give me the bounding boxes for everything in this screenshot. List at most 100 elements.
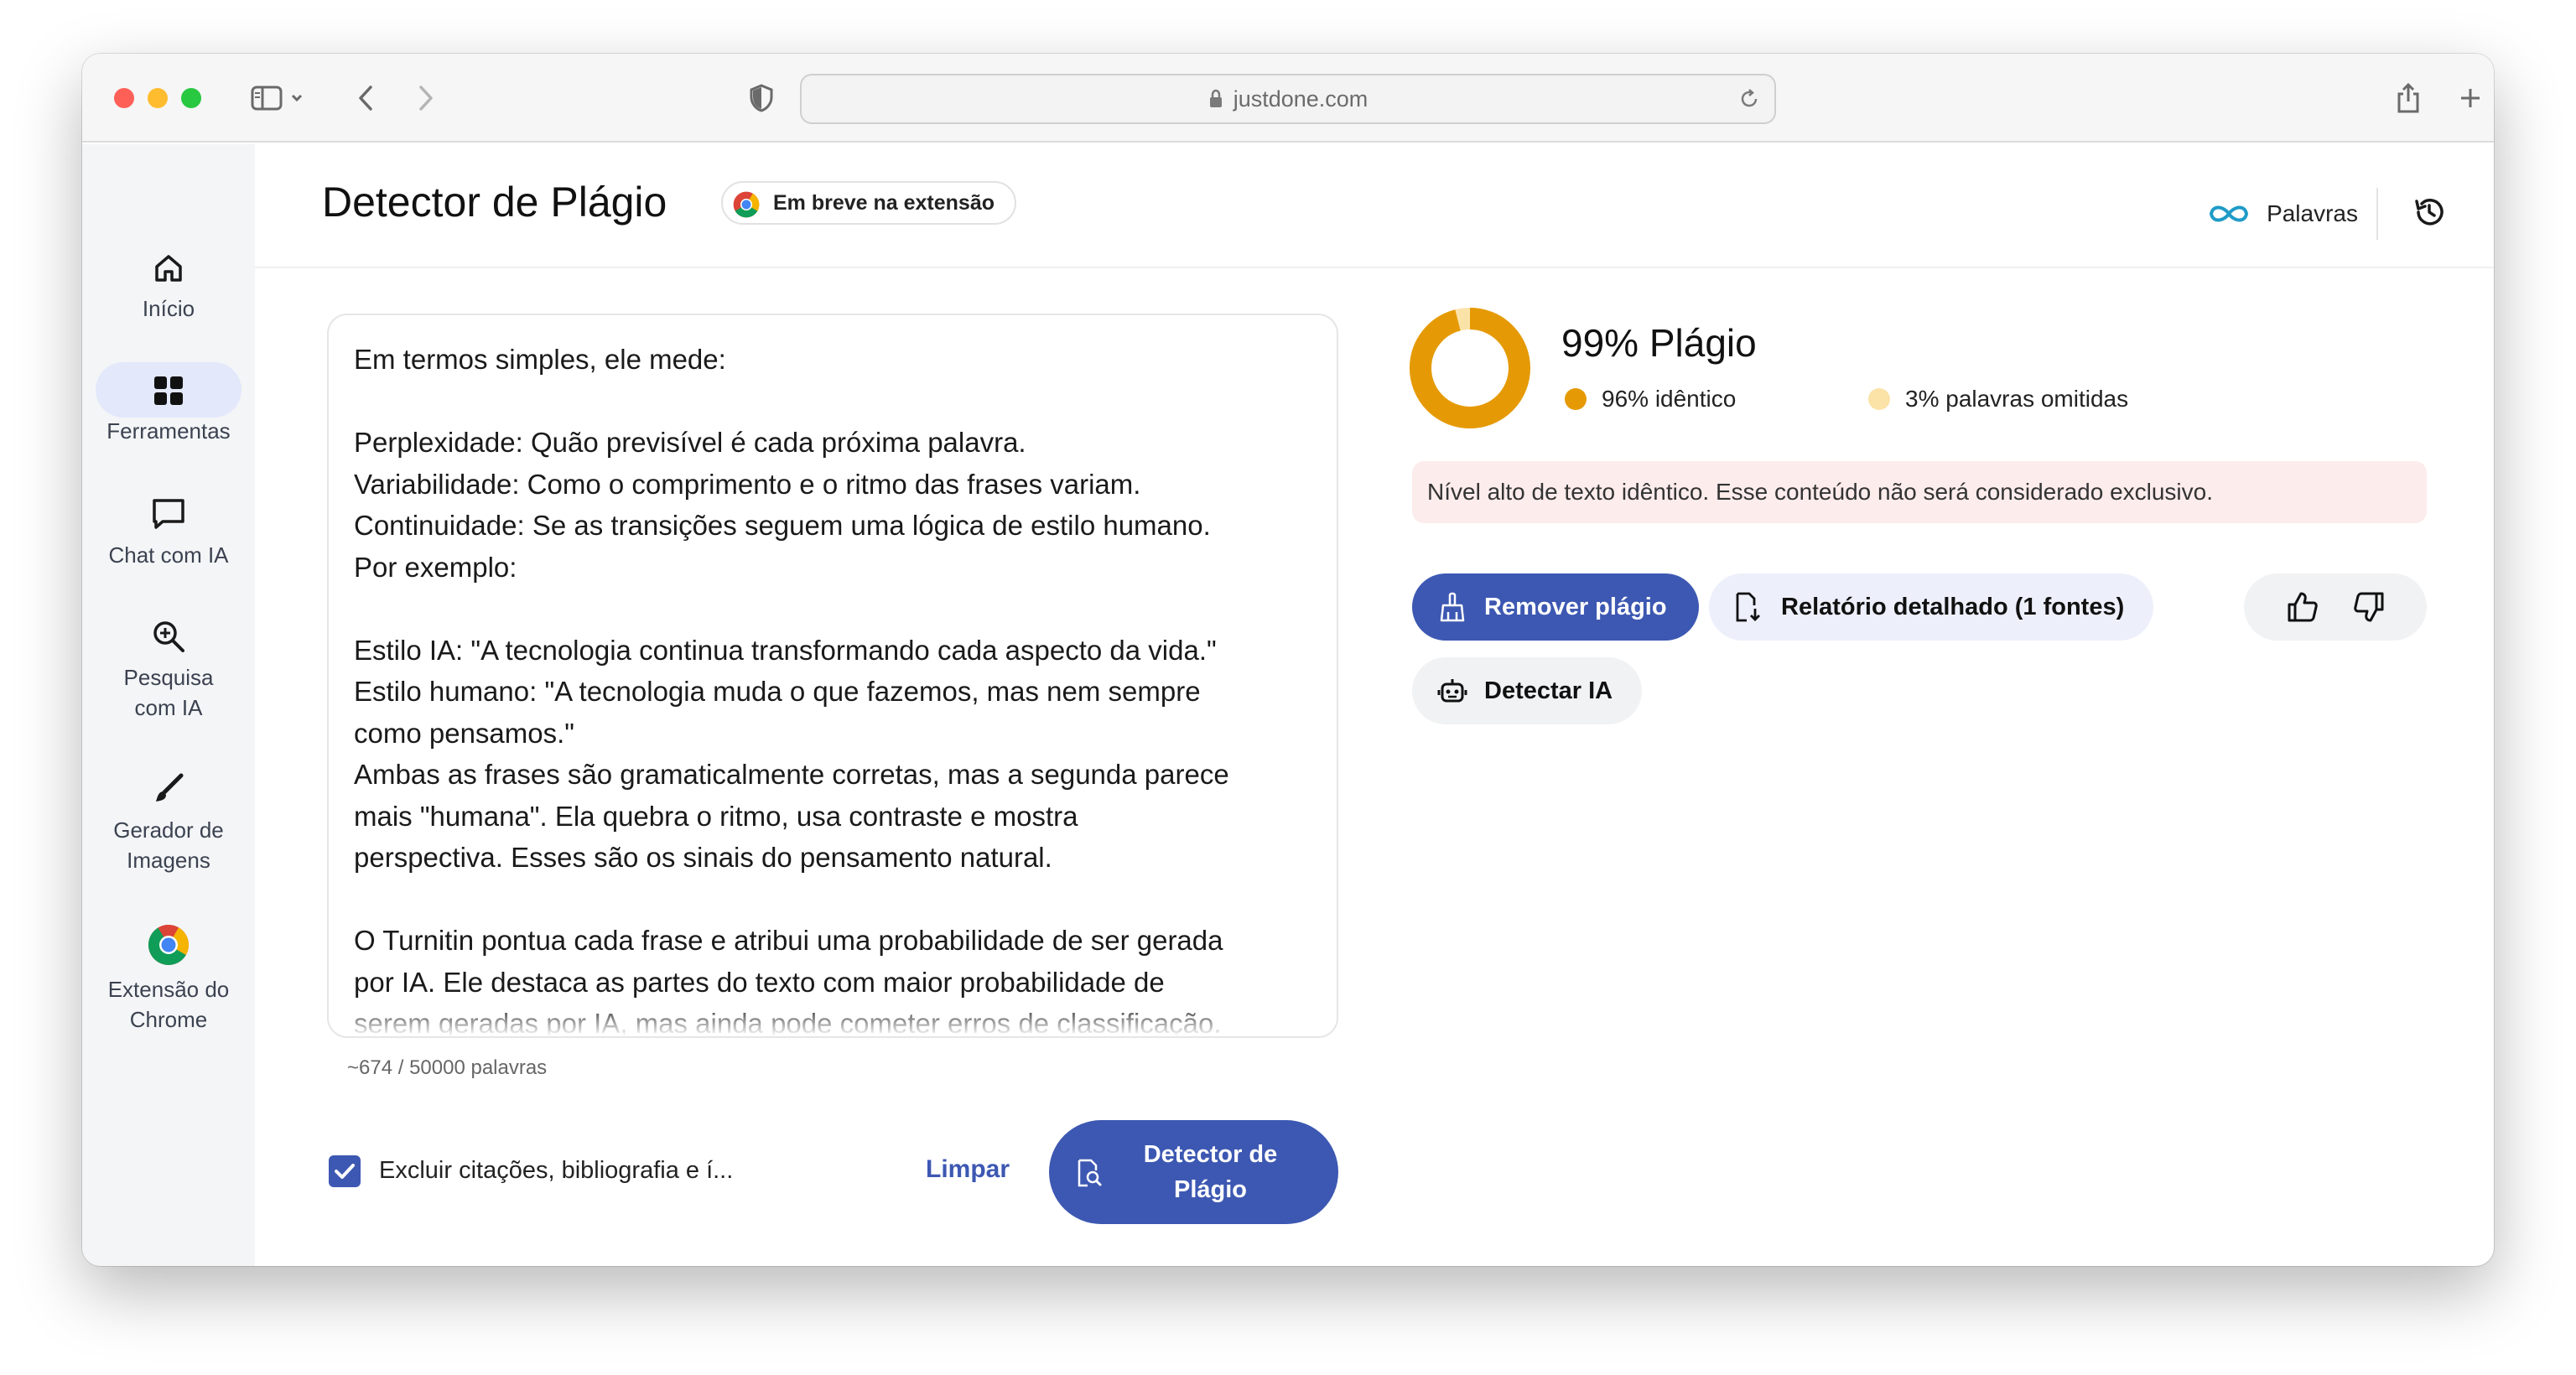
chevron-left-icon <box>359 86 372 111</box>
words-label: Palavras <box>2267 200 2358 226</box>
editor-fade <box>329 1003 1337 1036</box>
history-button[interactable] <box>2412 195 2447 234</box>
document-search-icon <box>1078 1159 1102 1187</box>
editor-line: Continuidade: Se as transições seguem um… <box>354 510 1211 541</box>
shield-icon <box>750 84 773 112</box>
sidebar-item-gerador-imagens[interactable]: Gerador de Imagens <box>82 771 255 875</box>
plus-icon <box>2461 89 2480 107</box>
brush-icon <box>156 773 184 802</box>
url-text: justdone.com <box>1233 86 1368 112</box>
editor-line: Variabilidade: Como o comprimento e o ri… <box>354 468 1141 500</box>
editor-line <box>354 879 1318 921</box>
search-icon <box>153 621 184 652</box>
page-title: Detector de Plágio <box>322 179 667 226</box>
browser-window: justdone.com Início Ferramentas Chat com… <box>82 54 2494 1266</box>
sidebar: Início Ferramentas Chat com IA Pesquisa … <box>82 144 255 1266</box>
word-count: ~674 / 50000 palavras <box>347 1056 548 1079</box>
sidebar-item-label: Extensão do Chrome <box>107 977 230 1032</box>
browser-toolbar: justdone.com <box>82 54 2494 143</box>
legend-omitted: 3% palavras omitidas <box>1868 386 2128 412</box>
chat-icon <box>153 499 184 529</box>
exclude-citations-label[interactable]: Excluir citações, bibliografia e í... <box>379 1157 733 1185</box>
detailed-report-label: Relatório detalhado (1 fontes) <box>1781 593 2125 620</box>
word-credits[interactable]: Palavras <box>2206 200 2376 227</box>
editor-line: Ambas as frases são gramaticalmente corr… <box>354 759 1229 790</box>
lock-icon <box>1209 89 1222 107</box>
editor-line: Por exemplo: <box>354 551 517 583</box>
exclude-citations-checkbox[interactable] <box>329 1155 361 1187</box>
detect-ai-label: Detectar IA <box>1484 677 1613 704</box>
extension-badge[interactable]: Em breve na extensão <box>721 181 1017 225</box>
legend-identical-label: 96% idêntico <box>1602 386 1737 412</box>
chrome-icon <box>148 925 190 966</box>
plagiarism-alert: Nível alto de texto idêntico. Esse conte… <box>1412 461 2427 523</box>
zoom-window-button[interactable] <box>181 88 201 108</box>
editor-line: perspectiva. Esses são os sinais do pens… <box>354 842 1052 873</box>
sidebar-item-chat[interactable]: Chat com IA <box>82 496 255 570</box>
thumbs-up-icon[interactable] <box>2286 590 2319 624</box>
robot-icon <box>1437 679 1467 703</box>
chrome-icon <box>733 191 760 218</box>
infinity-icon <box>2210 205 2249 222</box>
extension-badge-label: Em breve na extensão <box>773 190 995 215</box>
detect-plagiarism-button[interactable]: Detector de Plágio <box>1049 1120 1338 1224</box>
legend-identical: 96% idêntico <box>1565 386 1736 412</box>
thumbs-down-icon[interactable] <box>2352 590 2386 624</box>
editor-line: Estilo IA: "A tecnologia continua transf… <box>354 634 1217 666</box>
share-icon <box>2397 82 2419 113</box>
reload-icon[interactable] <box>1737 87 1761 111</box>
sidebar-item-pesquisa[interactable]: Pesquisa com IA <box>82 619 255 723</box>
close-window-button[interactable] <box>114 88 134 108</box>
address-bar[interactable]: justdone.com <box>800 74 1776 124</box>
detect-ai-button[interactable]: Detectar IA <box>1412 657 1642 724</box>
chevron-right-icon <box>419 86 433 111</box>
editor-line: mais "humana". Ela quebra o ritmo, usa c… <box>354 800 1078 832</box>
share-button[interactable] <box>2392 79 2425 117</box>
home-icon <box>155 255 182 282</box>
detailed-report-button[interactable]: Relatório detalhado (1 fontes) <box>1709 573 2153 641</box>
donut-identical-arc <box>1410 308 1530 428</box>
remove-plagiarism-button[interactable]: Remover plágio <box>1412 573 1699 641</box>
sidebar-item-label: Ferramentas <box>106 418 231 444</box>
privacy-shield-button[interactable] <box>745 79 778 117</box>
editor-line: O Turnitin pontua cada frase e atribui u… <box>354 925 1223 956</box>
header-separator <box>2376 188 2378 240</box>
plagiarism-donut-chart <box>1410 308 1530 428</box>
text-editor[interactable]: Em termos simples, ele mede: Perplexidade… <box>327 314 1338 1038</box>
minimize-window-button[interactable] <box>148 88 168 108</box>
report-download-icon <box>1736 592 1760 622</box>
sidebar-item-inicio[interactable]: Início <box>82 252 255 324</box>
legend-dot-omitted <box>1868 388 1890 410</box>
forward-button[interactable] <box>409 79 443 117</box>
editor-line <box>354 381 1318 423</box>
legend-dot-identical <box>1565 388 1587 410</box>
legend-omitted-label: 3% palavras omitidas <box>1905 386 2129 412</box>
sidebar-toggle-button[interactable] <box>247 79 314 117</box>
editor-line: Estilo humano: "A tecnologia muda o que … <box>354 676 1201 707</box>
sidebar-item-label: Chat com IA <box>108 542 229 568</box>
plagiarism-score: 99% Plágio <box>1561 321 1757 365</box>
detect-plagiarism-label: Detector de Plágio <box>1143 1141 1278 1203</box>
new-tab-button[interactable] <box>2454 79 2487 117</box>
editor-line: como pensamos." <box>354 717 575 749</box>
editor-line: Em termos simples, ele mede: <box>354 344 726 375</box>
back-button[interactable] <box>349 79 382 117</box>
sidebar-item-extensao-chrome[interactable]: Extensão do Chrome <box>82 924 255 1035</box>
sidebar-item-ferramentas[interactable]: Ferramentas <box>82 362 255 446</box>
clear-button[interactable]: Limpar <box>926 1155 1010 1184</box>
remove-plagiarism-label: Remover plágio <box>1484 593 1667 620</box>
editor-line: Perplexidade: Quão previsível é cada pró… <box>354 427 1026 458</box>
broom-icon <box>1440 592 1465 622</box>
grid-icon <box>154 376 183 405</box>
sidebar-item-label: Pesquisa com IA <box>123 665 214 720</box>
sidebar-item-label: Gerador de Imagens <box>113 817 224 873</box>
editor-content[interactable]: Em termos simples, ele mede: Perplexidade… <box>354 339 1318 1036</box>
checkmark-icon <box>335 1164 355 1179</box>
sidebar-item-label: Início <box>142 296 195 321</box>
header-divider <box>255 267 2494 268</box>
editor-line: por IA. Ele destaca as partes do texto c… <box>354 966 1165 998</box>
editor-line <box>354 588 1318 630</box>
header-actions: Palavras <box>2206 188 2447 240</box>
history-icon <box>2415 198 2444 226</box>
sidebar-icon <box>251 86 303 111</box>
